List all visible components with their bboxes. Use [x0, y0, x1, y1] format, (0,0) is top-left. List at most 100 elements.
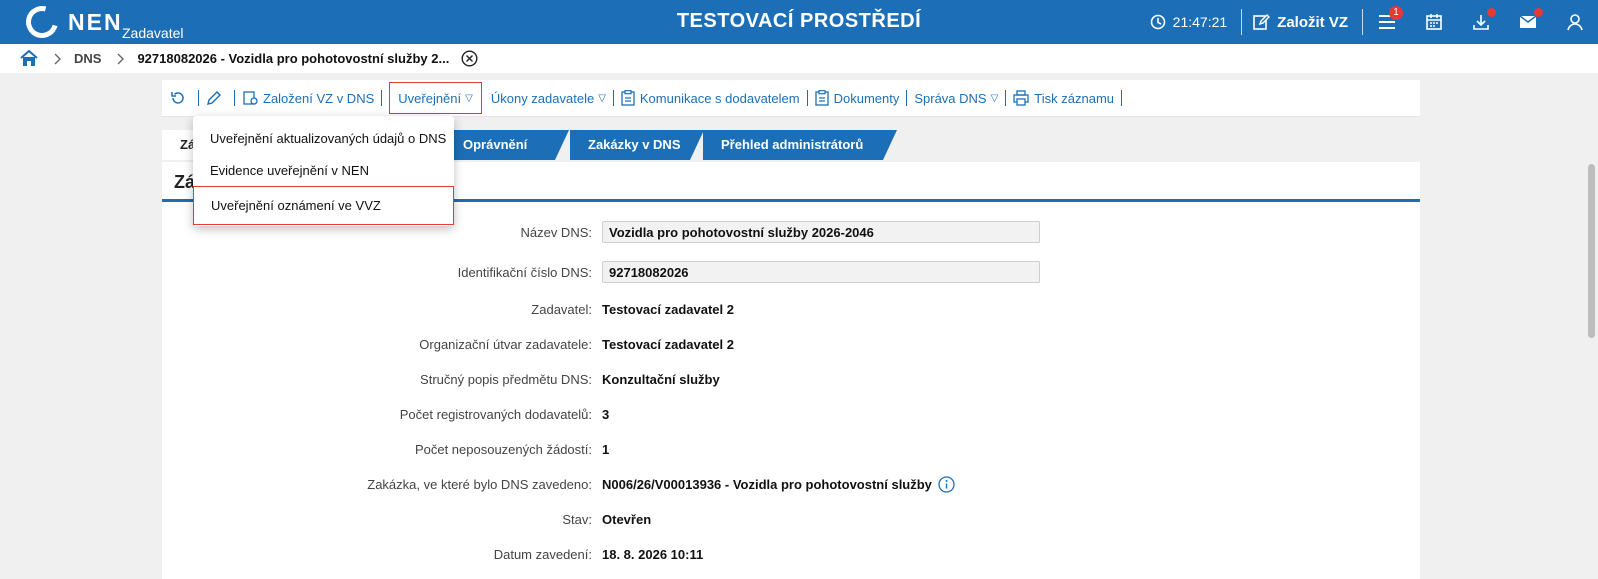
mail-icon — [1519, 15, 1536, 28]
toolbar-divider — [1005, 90, 1007, 106]
edit-button[interactable] — [206, 90, 227, 106]
dropdown-arrow-icon: ▽ — [990, 92, 999, 104]
messages-button[interactable] — [1504, 0, 1551, 44]
clipboard-icon — [621, 90, 635, 106]
sprava-dns-label: Správa DNS — [914, 90, 987, 106]
field-value: 1 — [602, 441, 610, 457]
home-icon — [20, 50, 38, 66]
tab-prehled-administratoru[interactable]: Přehled administrátorů — [703, 130, 897, 160]
user-icon — [1566, 14, 1583, 31]
edit-icon — [1253, 13, 1271, 30]
field-row-datum: Datum zavedení: 18. 8. 2026 10:11 — [162, 543, 1420, 565]
create-vz-label: Založit VZ — [1277, 13, 1348, 31]
field-row-utvar: Organizační útvar zadavatele: Testovací … — [162, 333, 1420, 355]
close-circle-icon — [461, 50, 478, 67]
calendar-icon — [1425, 14, 1442, 30]
tab-opravneni[interactable]: Oprávnění — [445, 130, 569, 160]
ukony-zadavatele-label: Úkony zadavatele — [490, 90, 595, 106]
menu-item-aktualizovane-udaje[interactable]: Uveřejnění aktualizovaných údajů o DNS — [193, 122, 454, 154]
field-label: Organizační útvar zadavatele: — [419, 336, 592, 352]
session-time: 21:47:21 — [1172, 14, 1228, 30]
breadcrumb-current: 92718082026 - Vozidla pro pohotovostní s… — [137, 51, 450, 66]
field-label: Zakázka, ve které bylo DNS zavedeno: — [367, 476, 592, 492]
action-toolbar: Založení VZ v DNS Uveřejnění ▽ Úkony zad… — [162, 80, 1420, 117]
app-header: NEN Zadavatel TESTOVACÍ PROSTŘEDÍ 21:47:… — [0, 0, 1598, 44]
uverejneni-menu-button[interactable]: Uveřejnění ▽ — [389, 82, 482, 114]
field-label: Stručný popis předmětu DNS: — [420, 371, 592, 387]
field-row-zadavatel: Zadavatel: Testovací zadavatel 2 — [162, 298, 1420, 320]
toolbar-divider — [234, 90, 235, 106]
tab-label: Oprávnění — [463, 137, 528, 152]
tab-label: Přehled administrátorů — [721, 137, 864, 152]
ident-cislo-field[interactable]: 92718082026 — [602, 261, 1040, 283]
field-value: 18. 8. 2026 10:11 — [602, 546, 704, 562]
download-icon — [1472, 15, 1489, 30]
field-label: Počet registrovaných dodavatelů: — [399, 406, 592, 422]
create-vz-button[interactable]: Založit VZ — [1252, 13, 1348, 31]
field-row-pocet-dodavatelu: Počet registrovaných dodavatelů: 3 — [162, 403, 1420, 425]
downloads-alert-dot — [1487, 8, 1496, 17]
chevron-right-icon — [54, 53, 62, 65]
refresh-button[interactable] — [170, 90, 191, 106]
tisk-zaznamu-label: Tisk záznamu — [1034, 90, 1115, 106]
komunikace-label: Komunikace s dodavatelem — [639, 90, 800, 106]
menu-item-evidence-uverejneni[interactable]: Evidence uveřejnění v NEN — [193, 154, 454, 186]
clipboard-icon — [814, 90, 829, 106]
dropdown-arrow-icon: ▽ — [465, 92, 473, 104]
refresh-icon — [171, 92, 184, 104]
field-value: Konzultační služby — [602, 371, 720, 387]
header-divider — [1241, 9, 1243, 35]
session-timer: 21:47:21 — [1150, 14, 1228, 30]
pencil-icon — [207, 91, 221, 105]
tab-label: Zakázky v DNS — [588, 137, 681, 152]
scrollbar-thumb[interactable] — [1588, 164, 1595, 338]
notification-count-badge: 1 — [1389, 6, 1403, 20]
komunikace-button[interactable]: Komunikace s dodavatelem — [621, 90, 800, 106]
zalozeni-vz-button[interactable]: Založení VZ v DNS — [242, 90, 374, 106]
field-row-popis: Stručný popis předmětu DNS: Konzultační … — [162, 368, 1420, 390]
tab-zakazky-v-dns[interactable]: Zakázky v DNS — [570, 130, 704, 160]
dokumenty-button[interactable]: Dokumenty — [814, 90, 900, 106]
user-profile-button[interactable] — [1551, 0, 1598, 44]
nazev-dns-field[interactable]: Vozidla pro pohotovostní služby 2026-204… — [602, 221, 1040, 243]
field-label: Název DNS: — [520, 224, 592, 240]
downloads-button[interactable] — [1457, 0, 1504, 44]
field-row-pocet-zadosti: Počet neposouzených žádostí: 1 — [162, 438, 1420, 460]
uverejneni-label: Uveřejnění — [398, 90, 462, 106]
dokumenty-label: Dokumenty — [833, 90, 900, 106]
field-label: Identifikační číslo DNS: — [457, 264, 592, 280]
calendar-button[interactable] — [1410, 0, 1457, 44]
home-link[interactable] — [20, 50, 38, 67]
clock-icon — [1150, 14, 1165, 30]
dropdown-arrow-icon: ▽ — [598, 92, 606, 104]
ukony-zadavatele-menu-button[interactable]: Úkony zadavatele ▽ — [491, 91, 606, 106]
field-value: N006/26/V00013936 - Vozidla pro pohotovo… — [602, 475, 955, 493]
field-value: Otevřen — [602, 511, 652, 527]
document-gear-icon — [243, 91, 258, 105]
field-row-ident: Identifikační číslo DNS: 92718082026 — [162, 261, 1420, 283]
breadcrumb-dns-link[interactable]: DNS — [74, 51, 101, 66]
field-label: Datum zavedení: — [493, 546, 592, 562]
tisk-zaznamu-button[interactable]: Tisk záznamu — [1013, 90, 1114, 106]
field-value: Testovací zadavatel 2 — [602, 301, 734, 317]
zakazka-link[interactable]: N006/26/V00013936 - Vozidla pro pohotovo… — [602, 477, 932, 492]
toolbar-divider — [198, 90, 199, 106]
zalozeni-vz-label: Založení VZ v DNS — [263, 90, 375, 106]
toolbar-divider — [1121, 90, 1123, 106]
field-value: Testovací zadavatel 2 — [602, 336, 734, 352]
field-value: 3 — [602, 406, 610, 422]
menu-item-oznameni-vvz[interactable]: Uveřejnění oznámení ve VVZ — [193, 186, 454, 225]
field-label: Zadavatel: — [531, 301, 592, 317]
toolbar-divider — [612, 90, 614, 106]
sprava-dns-menu-button[interactable]: Správa DNS ▽ — [914, 91, 998, 106]
page-scrollbar[interactable] — [1584, 160, 1598, 579]
toolbar-divider — [906, 90, 908, 106]
field-row-stav: Stav: Otevřen — [162, 508, 1420, 530]
uverejneni-dropdown-menu: Uveřejnění aktualizovaných údajů o DNS E… — [193, 116, 454, 226]
chevron-right-icon — [117, 53, 125, 65]
menu-button[interactable]: 1 — [1363, 0, 1410, 44]
toolbar-divider — [806, 90, 808, 106]
field-row-zakazka: Zakázka, ve které bylo DNS zavedeno: N00… — [162, 473, 1420, 495]
close-record-button[interactable] — [461, 50, 478, 67]
info-icon[interactable] — [938, 475, 955, 493]
